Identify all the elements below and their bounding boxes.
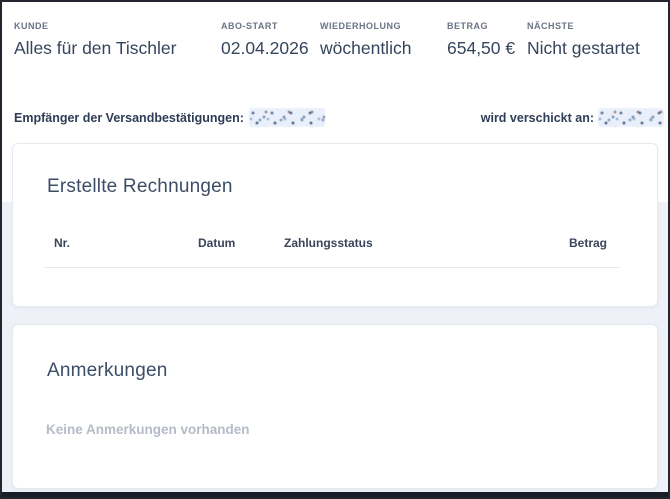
subscription-detail-page: KUNDE Alles für den Tischler ABO-START 0… — [0, 0, 670, 499]
redacted-email-blob — [248, 108, 325, 127]
column-header-betrag: Betrag — [568, 236, 607, 250]
send-to-label: wird verschickt an: — [480, 110, 594, 125]
recipients-row: Empfänger der Versandbestätigungen: wird… — [14, 106, 664, 127]
summary-col-abo-start: ABO-START 02.04.2026 — [221, 21, 309, 59]
recurrence-interval: wöchentlich — [320, 38, 412, 58]
column-header-zahlungsstatus: Zahlungsstatus — [284, 236, 373, 250]
summary-col-wiederholung: WIEDERHOLUNG wöchentlich — [320, 21, 411, 59]
notes-card-title: Anmerkungen — [47, 360, 168, 381]
table-header-divider — [45, 267, 619, 268]
subscription-summary: KUNDE Alles für den Tischler ABO-START 0… — [2, 21, 668, 67]
summary-label: ABO-START — [221, 21, 278, 31]
summary-label: NÄCHSTE — [527, 21, 575, 31]
column-header-datum: Datum — [198, 236, 236, 250]
invoices-card-title: Erstellte Rechnungen — [47, 176, 233, 197]
invoices-card: Erstellte Rechnungen Nr. Datum Zahlungss… — [12, 143, 658, 307]
send-to-recipients: wird verschickt an: — [481, 108, 664, 127]
summary-label: WIEDERHOLUNG — [320, 21, 401, 31]
next-invoice-status: Nicht gestartet — [527, 38, 640, 58]
amount-value: 654,50 € — [447, 38, 516, 58]
summary-label: BETRAG — [447, 21, 488, 31]
column-header-nr: Nr. — [54, 236, 71, 250]
notes-card: Anmerkungen Keine Anmerkungen vorhanden — [12, 324, 658, 489]
redacted-email-blob — [598, 108, 664, 127]
summary-col-betrag: BETRAG 654,50 € — [447, 21, 515, 59]
customer-name: Alles für den Tischler — [14, 38, 177, 58]
invoices-table-header: Nr. Datum Zahlungsstatus Betrag — [13, 236, 657, 252]
summary-col-kunde: KUNDE Alles für den Tischler — [14, 21, 176, 59]
subscription-start-date: 02.04.2026 — [221, 38, 309, 58]
summary-col-naechste: NÄCHSTE Nicht gestartet — [527, 21, 640, 59]
confirmation-recipients: Empfänger der Versandbestätigungen: — [14, 108, 325, 127]
recipients-label: Empfänger der Versandbestätigungen: — [14, 110, 244, 125]
summary-label: KUNDE — [14, 21, 49, 31]
bottom-dark-bar — [2, 492, 668, 497]
notes-empty-message: Keine Anmerkungen vorhanden — [46, 422, 250, 437]
